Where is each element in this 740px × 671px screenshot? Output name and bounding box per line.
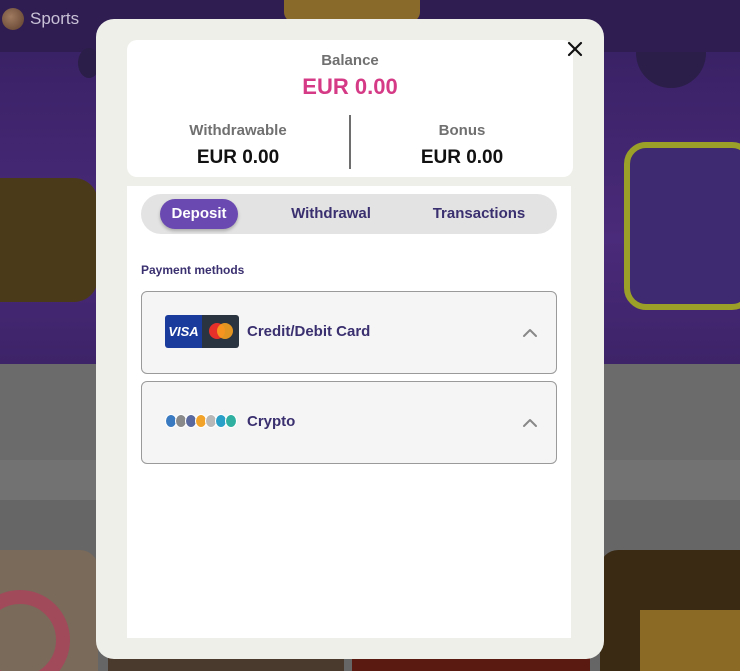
withdrawable-section: Withdrawable EUR 0.00 xyxy=(127,122,349,169)
game-tile xyxy=(600,550,740,671)
tab-transactions[interactable]: Transactions xyxy=(421,194,537,234)
mastercard-logo xyxy=(202,315,239,348)
payment-method-label: Credit/Debit Card xyxy=(247,323,371,340)
nav-sports-label: Sports xyxy=(30,9,80,28)
withdrawable-label: Withdrawable xyxy=(189,122,287,139)
coin-icon xyxy=(225,414,237,428)
balance-card: Balance EUR 0.00 Withdrawable EUR 0.00 B… xyxy=(127,40,573,177)
nav-sports[interactable]: Sports xyxy=(2,8,79,30)
bonus-section: Bonus EUR 0.00 xyxy=(351,122,573,169)
visa-mastercard-icon: VISA xyxy=(165,315,239,348)
balance-label: Balance xyxy=(321,52,379,69)
balance-value: EUR 0.00 xyxy=(302,74,398,99)
payment-method-label: Crypto xyxy=(247,413,296,430)
bonus-value: EUR 0.00 xyxy=(420,147,504,168)
bonus-label: Bonus xyxy=(438,122,486,139)
chevron-up-icon[interactable] xyxy=(522,326,538,338)
close-button[interactable] xyxy=(562,36,588,62)
tab-withdrawal[interactable]: Withdrawal xyxy=(281,194,381,234)
banner-art-left xyxy=(0,178,98,302)
game-tile xyxy=(0,550,98,671)
wallet-tabs: Deposit Withdrawal Transactions xyxy=(141,194,557,234)
banner-card-right xyxy=(624,142,740,310)
visa-logo: VISA xyxy=(165,315,202,348)
payment-method-crypto[interactable]: Crypto xyxy=(141,381,557,464)
sports-ball-icon xyxy=(2,8,24,30)
tab-deposit[interactable]: Deposit xyxy=(160,199,238,229)
crypto-coins-icon xyxy=(165,414,239,430)
payment-methods-title: Payment methods xyxy=(141,263,245,277)
close-icon xyxy=(567,41,583,57)
payment-method-card[interactable]: VISA Credit/Debit Card xyxy=(141,291,557,374)
chevron-up-icon[interactable] xyxy=(522,416,538,428)
withdrawable-value: EUR 0.00 xyxy=(196,147,280,168)
